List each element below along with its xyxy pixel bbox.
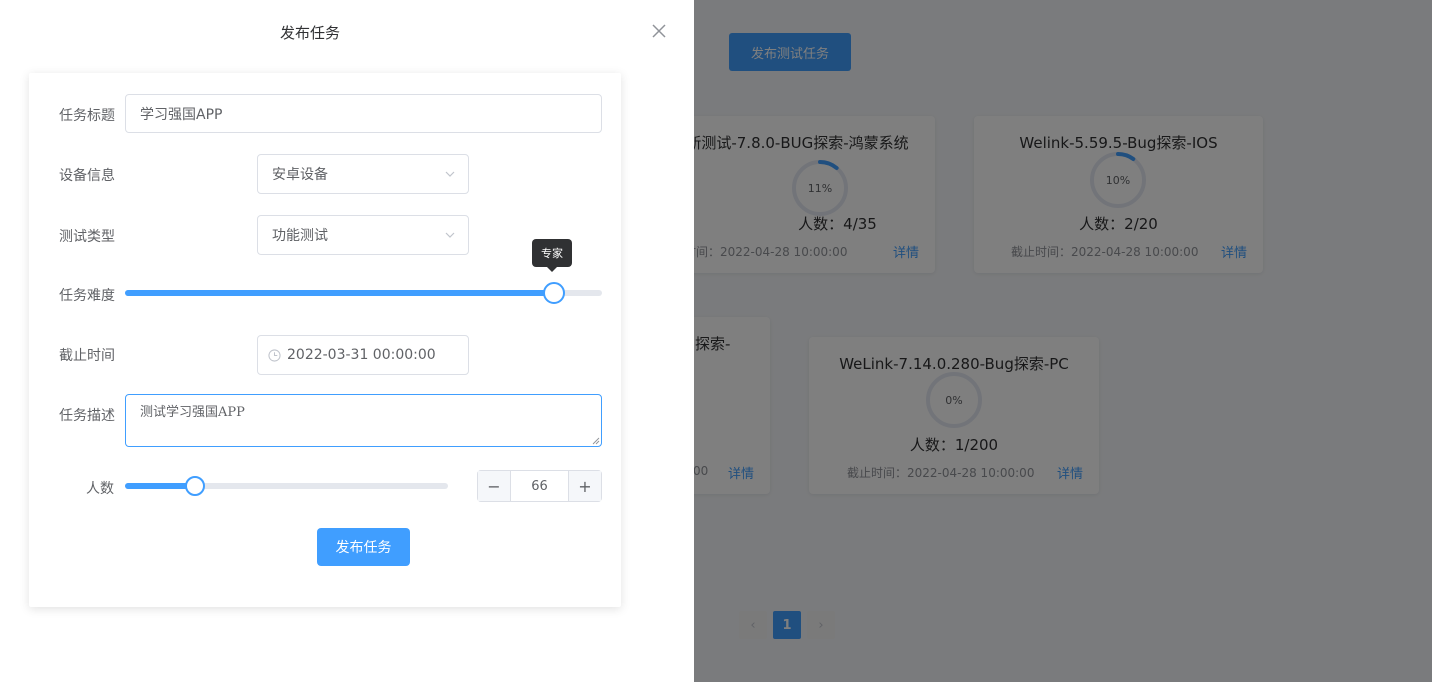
device-info-value: 安卓设备 bbox=[272, 167, 328, 183]
chevron-down-icon bbox=[445, 171, 455, 177]
test-type-select[interactable]: 功能测试 bbox=[257, 215, 469, 255]
people-slider[interactable] bbox=[125, 476, 448, 496]
description-label: 任务描述 bbox=[59, 408, 115, 424]
people-slider-thumb[interactable] bbox=[185, 476, 205, 496]
difficulty-label: 任务难度 bbox=[59, 288, 115, 304]
close-icon[interactable] bbox=[650, 22, 668, 40]
clock-icon bbox=[268, 348, 281, 362]
difficulty-tooltip: 专家 bbox=[532, 239, 572, 272]
test-type-value: 功能测试 bbox=[272, 228, 328, 244]
drawer-title: 发布任务 bbox=[279, 24, 340, 42]
difficulty-slider-fill bbox=[125, 290, 554, 296]
deadline-value: 2022-03-31 00:00:00 bbox=[287, 347, 436, 363]
resize-handle-icon[interactable] bbox=[592, 437, 600, 445]
deadline-picker[interactable]: 2022-03-31 00:00:00 bbox=[257, 335, 469, 375]
people-value[interactable]: 66 bbox=[510, 471, 569, 501]
decrease-button[interactable]: − bbox=[478, 471, 510, 501]
people-stepper: − 66 + bbox=[477, 470, 602, 502]
increase-button[interactable]: + bbox=[569, 471, 601, 501]
device-info-label: 设备信息 bbox=[59, 168, 115, 184]
difficulty-slider-thumb[interactable] bbox=[543, 282, 565, 304]
people-label: 人数 bbox=[86, 481, 114, 497]
deadline-label: 截止时间 bbox=[59, 348, 115, 364]
difficulty-slider[interactable] bbox=[125, 282, 602, 304]
publish-task-drawer: 发布任务 任务标题 学习强国APP 设备信息 安卓设备 测试类型 功能测试 任务… bbox=[0, 0, 694, 682]
device-info-select[interactable]: 安卓设备 bbox=[257, 154, 469, 194]
task-form: 任务标题 学习强国APP 设备信息 安卓设备 测试类型 功能测试 任务难度 专家… bbox=[29, 73, 621, 607]
test-type-label: 测试类型 bbox=[59, 229, 115, 245]
task-title-input[interactable]: 学习强国APP bbox=[125, 94, 602, 133]
chevron-down-icon bbox=[445, 232, 455, 238]
submit-button[interactable]: 发布任务 bbox=[317, 528, 410, 566]
description-textarea[interactable]: 测试学习强国APP bbox=[125, 394, 602, 447]
task-title-label: 任务标题 bbox=[59, 108, 115, 124]
